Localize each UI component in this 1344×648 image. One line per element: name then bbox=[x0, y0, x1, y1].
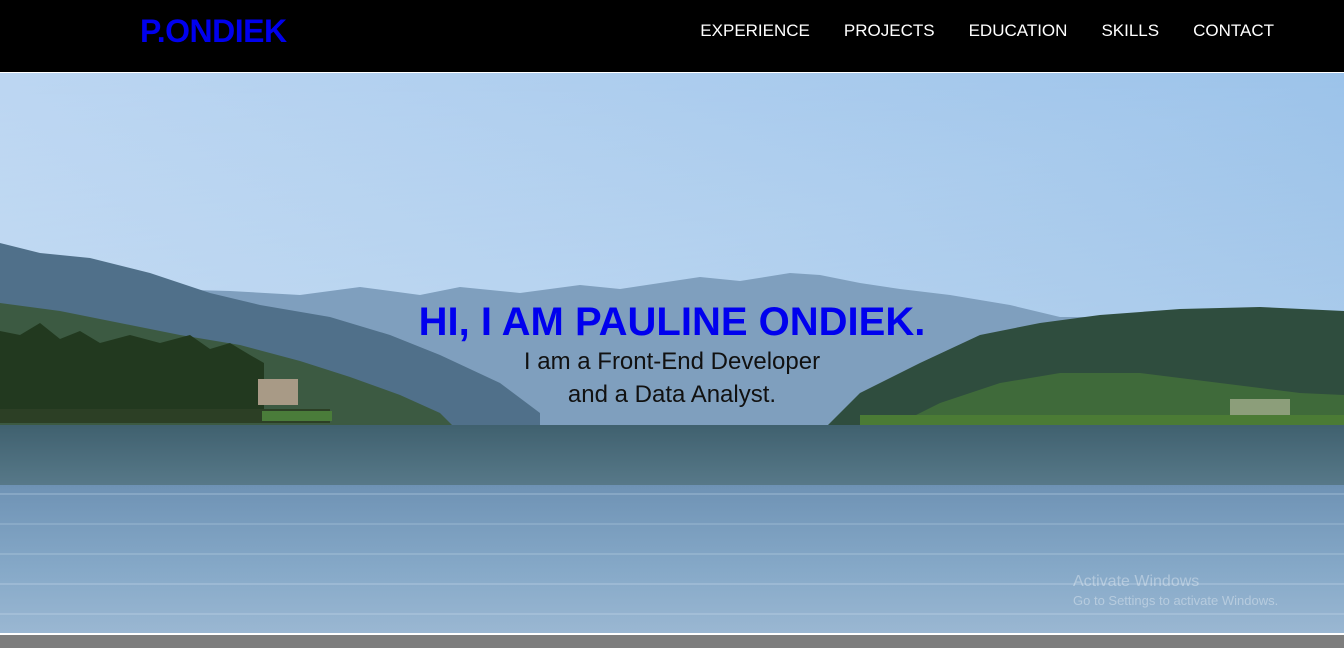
nav-link-education[interactable]: EDUCATION bbox=[969, 21, 1068, 41]
navbar: P.ONDIEK EXPERIENCE PROJECTS EDUCATION S… bbox=[0, 0, 1344, 72]
windows-activation-watermark: Activate Windows Go to Settings to activ… bbox=[1073, 573, 1278, 608]
watermark-line2: Go to Settings to activate Windows. bbox=[1073, 593, 1279, 608]
watermark-line1: Activate Windows bbox=[1073, 573, 1200, 590]
logo[interactable]: P.ONDIEK bbox=[140, 13, 287, 50]
hero-text: HI, I AM PAULINE ONDIEK. I am a Front-En… bbox=[0, 73, 1344, 633]
hero-section: HI, I AM PAULINE ONDIEK. I am a Front-En… bbox=[0, 73, 1344, 633]
hero-subtitle-line2: and a Data Analyst. bbox=[567, 381, 777, 408]
hero-title: HI, I AM PAULINE ONDIEK. bbox=[418, 300, 926, 344]
hero-subtitle-line1: I am a Front-End Developer bbox=[523, 348, 821, 375]
nav-link-skills[interactable]: SKILLS bbox=[1101, 21, 1159, 41]
nav-link-contact[interactable]: CONTACT bbox=[1193, 21, 1274, 41]
nav-link-projects[interactable]: PROJECTS bbox=[844, 21, 935, 41]
nav-links: EXPERIENCE PROJECTS EDUCATION SKILLS CON… bbox=[700, 21, 1274, 41]
nav-link-experience[interactable]: EXPERIENCE bbox=[700, 21, 810, 41]
footer-strip bbox=[0, 635, 1344, 648]
